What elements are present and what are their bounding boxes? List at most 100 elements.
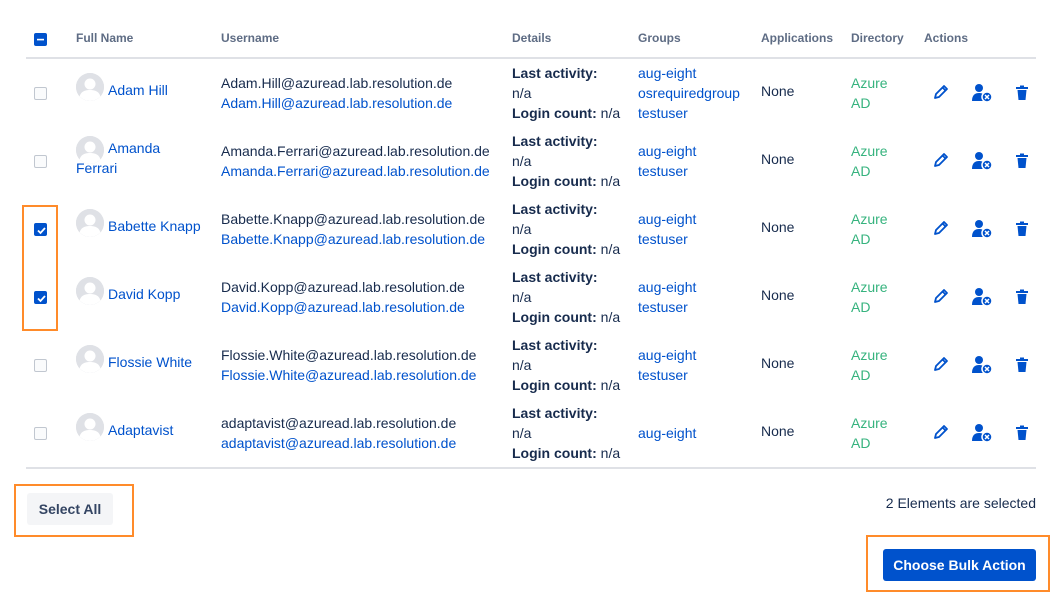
login-count-label: Login count:: [512, 173, 597, 189]
groups-cell: aug-eight: [638, 423, 696, 443]
group-link[interactable]: testuser: [638, 103, 740, 123]
login-count-value: n/a: [600, 445, 621, 461]
table-row: Adaptavist adaptavist@azuread.lab.resolut…: [26, 399, 1036, 467]
email-link[interactable]: adaptavist@azuread.lab.resolution.de: [221, 435, 456, 451]
users-table: Full Name Username Details Groups Applic…: [26, 22, 1036, 469]
username-cell: Flossie.White@azuread.lab.resolution.de F…: [221, 345, 476, 385]
group-link[interactable]: testuser: [638, 229, 696, 249]
applications-cell: None: [761, 355, 795, 371]
row-checkbox[interactable]: [34, 155, 47, 168]
group-link[interactable]: osrequiredgroup: [638, 83, 740, 103]
details-cell: Last activity: n/a Login count: n/a: [512, 199, 620, 259]
user-name-link[interactable]: Adaptavist: [108, 422, 173, 438]
login-count-label: Login count:: [512, 445, 597, 461]
header-directory: Directory: [851, 31, 904, 45]
trash-icon[interactable]: [1015, 221, 1035, 241]
username-cell: Amanda.Ferrari@azuread.lab.resolution.de…: [221, 141, 490, 181]
email-link[interactable]: Flossie.White@azuread.lab.resolution.de: [221, 367, 476, 383]
user-remove-icon[interactable]: [971, 355, 993, 375]
trash-icon[interactable]: [1015, 85, 1035, 105]
username: Adam.Hill@azuread.lab.resolution.de: [221, 75, 453, 91]
last-activity-value: n/a: [512, 221, 532, 237]
trash-icon[interactable]: [1015, 357, 1035, 377]
details-cell: Last activity: n/a Login count: n/a: [512, 267, 620, 327]
group-link[interactable]: testuser: [638, 365, 696, 385]
group-link[interactable]: aug-eight: [638, 423, 696, 443]
email-link[interactable]: Adam.Hill@azuread.lab.resolution.de: [221, 95, 452, 111]
groups-cell: aug-eight osrequiredgroup testuser: [638, 63, 740, 123]
username: Babette.Knapp@azuread.lab.resolution.de: [221, 211, 486, 227]
group-link[interactable]: aug-eight: [638, 277, 696, 297]
user-full-name: David Kopp: [76, 284, 216, 304]
user-remove-icon[interactable]: [971, 423, 993, 443]
groups-cell: aug-eight testuser: [638, 345, 696, 385]
groups-cell: aug-eight testuser: [638, 141, 696, 181]
user-name-link[interactable]: David Kopp: [108, 286, 180, 302]
user-remove-icon[interactable]: [971, 151, 993, 171]
username: David.Kopp@azuread.lab.resolution.de: [221, 279, 465, 295]
header-details: Details: [512, 31, 552, 45]
pencil-icon[interactable]: [932, 287, 952, 307]
group-link[interactable]: aug-eight: [638, 141, 696, 161]
user-name-link[interactable]: Babette Knapp: [108, 218, 201, 234]
header-username[interactable]: Username: [221, 31, 279, 45]
user-name-link[interactable]: Flossie White: [108, 354, 192, 370]
group-link[interactable]: aug-eight: [638, 345, 696, 365]
pencil-icon[interactable]: [932, 219, 952, 239]
email-link[interactable]: Amanda.Ferrari@azuread.lab.resolution.de: [221, 163, 490, 179]
user-full-name: Babette Knapp: [76, 216, 216, 236]
group-link[interactable]: aug-eight: [638, 209, 696, 229]
pencil-icon[interactable]: [932, 83, 952, 103]
user-remove-icon[interactable]: [971, 287, 993, 307]
row-checkbox[interactable]: [34, 427, 47, 440]
directory-cell: Azure AD: [851, 415, 888, 451]
last-activity-value: n/a: [512, 425, 532, 441]
email-link[interactable]: David.Kopp@azuread.lab.resolution.de: [221, 299, 465, 315]
last-activity-value: n/a: [512, 289, 532, 305]
pencil-icon[interactable]: [932, 423, 952, 443]
pencil-icon[interactable]: [932, 151, 952, 171]
choose-bulk-action-button[interactable]: Choose Bulk Action: [883, 549, 1036, 581]
select-all-header-checkbox[interactable]: [34, 33, 47, 46]
group-link[interactable]: aug-eight: [638, 63, 740, 83]
group-link[interactable]: testuser: [638, 161, 696, 181]
table-row: Amanda Ferrari Amanda.Ferrari@azuread.lab.…: [26, 127, 1036, 195]
details-cell: Last activity: n/a Login count: n/a: [512, 131, 620, 191]
trash-icon[interactable]: [1015, 289, 1035, 309]
last-activity-value: n/a: [512, 85, 532, 101]
email-link[interactable]: Babette.Knapp@azuread.lab.resolution.de: [221, 231, 485, 247]
last-activity-label: Last activity:: [512, 65, 598, 81]
row-checkbox[interactable]: [34, 87, 47, 100]
user-full-name: Flossie White: [76, 352, 216, 372]
table-row: Flossie White Flossie.White@azuread.lab.r…: [26, 331, 1036, 399]
user-full-name: Adam Hill: [76, 80, 216, 100]
header-full-name[interactable]: Full Name: [76, 31, 133, 45]
username-cell: adaptavist@azuread.lab.resolution.de adap…: [221, 413, 456, 453]
last-activity-label: Last activity:: [512, 201, 598, 217]
user-full-name: Amanda Ferrari: [76, 138, 216, 178]
group-link[interactable]: testuser: [638, 297, 696, 317]
row-checkbox[interactable]: [34, 359, 47, 372]
user-name-link[interactable]: Adam Hill: [108, 82, 168, 98]
login-count-label: Login count:: [512, 377, 597, 393]
user-name-link-cont[interactable]: Ferrari: [76, 160, 117, 176]
pencil-icon[interactable]: [932, 355, 952, 375]
trash-icon[interactable]: [1015, 153, 1035, 173]
user-full-name: Adaptavist: [76, 420, 216, 440]
header-groups: Groups: [638, 31, 681, 45]
header-actions: Actions: [924, 31, 969, 45]
directory-cell: Azure AD: [851, 211, 888, 247]
login-count-label: Login count:: [512, 105, 597, 121]
table-row: Babette Knapp Babette.Knapp@azuread.lab.r…: [26, 195, 1036, 263]
table-row: Adam Hill Adam.Hill@azuread.lab.resolutio…: [26, 59, 1036, 127]
user-name-link[interactable]: Amanda: [108, 140, 160, 156]
login-count-value: n/a: [600, 105, 621, 121]
user-remove-icon[interactable]: [971, 219, 993, 239]
directory-cell: Azure AD: [851, 143, 888, 179]
user-remove-icon[interactable]: [971, 83, 993, 103]
directory-cell: Azure AD: [851, 347, 888, 383]
select-all-button[interactable]: Select All: [27, 493, 113, 525]
trash-icon[interactable]: [1015, 425, 1035, 445]
header-applications: Applications: [761, 31, 834, 45]
last-activity-label: Last activity:: [512, 405, 598, 421]
